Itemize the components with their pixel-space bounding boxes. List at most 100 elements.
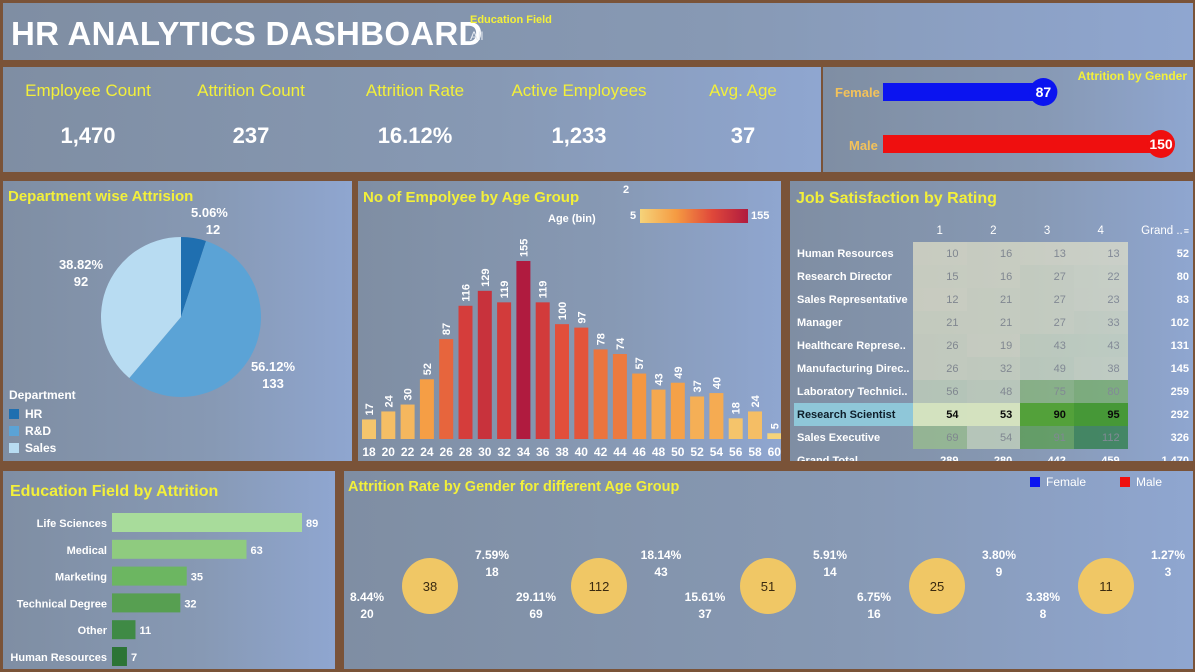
job-satisfaction-cell[interactable]: 21: [912, 311, 967, 334]
age-bar-44[interactable]: [612, 354, 627, 439]
job-satisfaction-row[interactable]: Manufacturing Direc.. 26 32 49 38 145: [794, 357, 1193, 380]
age-bar-20[interactable]: [381, 411, 396, 439]
legend-item-sales[interactable]: Sales: [9, 439, 76, 456]
job-satisfaction-row[interactable]: Human Resources 10 16 13 13 52: [794, 242, 1193, 265]
job-satisfaction-cell[interactable]: 48: [966, 380, 1021, 403]
job-satisfaction-cell[interactable]: 13: [1020, 242, 1074, 265]
job-satisfaction-cell[interactable]: 27: [1020, 311, 1074, 334]
job-satisfaction-row[interactable]: Healthcare Represe.. 26 19 43 43 131: [794, 334, 1193, 357]
legend-item-rd[interactable]: R&D: [9, 422, 76, 439]
job-satisfaction-cell[interactable]: 16: [966, 242, 1021, 265]
age-bar-46[interactable]: [632, 373, 647, 439]
age-bar-22[interactable]: [400, 404, 415, 439]
kpi-attrition-rate-label: Attrition Rate: [365, 81, 465, 100]
job-satisfaction-cell[interactable]: 95: [1073, 403, 1128, 426]
edu-bar-technical-degree[interactable]: [112, 593, 181, 613]
age-bar-54[interactable]: [709, 393, 724, 439]
job-satisfaction-cell[interactable]: 23: [1073, 288, 1128, 311]
age-bar-value-50: 49: [673, 366, 685, 378]
row-grand-total: 83: [1176, 293, 1189, 306]
age-bar-58[interactable]: [748, 411, 762, 439]
age-bar-28[interactable]: [458, 305, 473, 439]
kpi-employee-count-value: 1,470: [60, 123, 116, 148]
job-satisfaction-cell[interactable]: 21: [966, 288, 1021, 311]
row-grand-total: 80: [1176, 270, 1189, 283]
job-satisfaction-row[interactable]: Laboratory Technici.. 56 48 75 80 259: [794, 380, 1193, 403]
edu-bar-other[interactable]: [112, 620, 136, 640]
edu-bar-human-resources[interactable]: [112, 647, 127, 666]
age-bar-36[interactable]: [535, 302, 550, 439]
job-satisfaction-cell[interactable]: 49: [1020, 357, 1074, 380]
job-satisfaction-cell[interactable]: 15: [912, 265, 967, 288]
job-satisfaction-cell[interactable]: 54: [966, 426, 1021, 449]
donut-male-count: 69: [529, 607, 543, 621]
pie-count-rd: 133: [262, 376, 284, 391]
job-satisfaction-row[interactable]: Sales Representative 12 21 27 23 83: [794, 288, 1193, 311]
job-satisfaction-cell[interactable]: 26: [912, 334, 967, 357]
edu-bar-marketing[interactable]: [112, 566, 187, 586]
job-satisfaction-cell[interactable]: 112: [1073, 426, 1128, 449]
age-bar-40[interactable]: [574, 327, 589, 439]
job-satisfaction-cell[interactable]: 38: [1073, 357, 1128, 380]
filter-value[interactable]: All: [470, 29, 552, 43]
age-bar-48[interactable]: [651, 389, 666, 439]
age-bar-38[interactable]: [555, 324, 569, 439]
job-satisfaction-cell[interactable]: 27: [1020, 265, 1074, 288]
job-satisfaction-cell[interactable]: 90: [1020, 403, 1074, 426]
age-bar-18[interactable]: [362, 419, 376, 439]
job-satisfaction-cell[interactable]: 75: [1020, 380, 1074, 403]
edu-bar-life-sciences[interactable]: [112, 513, 302, 532]
age-bar-60[interactable]: [767, 433, 781, 439]
job-satisfaction-panel: Job Satisfaction by Rating 1 2 3 4 Grand…: [790, 181, 1193, 461]
age-bar-32[interactable]: [497, 302, 512, 439]
age-bar-42[interactable]: [593, 349, 608, 439]
age-bar-30[interactable]: [477, 290, 492, 439]
age-bar-34[interactable]: [516, 261, 531, 439]
job-satisfaction-cell[interactable]: 27: [1020, 288, 1074, 311]
donut-male-pct: 3.38%: [1026, 590, 1060, 604]
job-satisfaction-cell[interactable]: 54: [912, 403, 967, 426]
job-satisfaction-cell[interactable]: 53: [966, 403, 1021, 426]
job-satisfaction-row[interactable]: Research Director 15 16 27 22 80: [794, 265, 1193, 288]
age-bar-24[interactable]: [419, 379, 434, 439]
donut-center-value: 11: [1099, 579, 1113, 594]
job-satisfaction-cell[interactable]: 91: [1020, 426, 1074, 449]
job-satisfaction-cell[interactable]: 19: [966, 334, 1021, 357]
donut-male-pct: 29.11%: [516, 590, 556, 604]
job-satisfaction-cell[interactable]: 13: [1073, 242, 1128, 265]
age-bar-50[interactable]: [670, 382, 685, 439]
job-satisfaction-cell[interactable]: 22: [1073, 265, 1128, 288]
job-satisfaction-cell[interactable]: 21: [966, 311, 1021, 334]
job-satisfaction-cell[interactable]: 26: [912, 357, 967, 380]
job-satisfaction-cell[interactable]: 69: [912, 426, 967, 449]
job-satisfaction-cell[interactable]: 43: [1073, 334, 1128, 357]
job-satisfaction-cell[interactable]: 33: [1073, 311, 1128, 334]
job-satisfaction-row[interactable]: Sales Executive 69 54 91 112 326: [794, 426, 1193, 449]
grand-total-label: Grand Total: [797, 454, 858, 462]
legend-item-hr[interactable]: HR: [9, 405, 76, 422]
edu-value-other: 11: [139, 625, 151, 637]
edu-bar-medical[interactable]: [112, 539, 247, 559]
job-satisfaction-cell[interactable]: 80: [1073, 380, 1128, 403]
header-grand-total[interactable]: Grand ..≡: [1128, 219, 1193, 242]
job-satisfaction-row[interactable]: Research Scientist 54 53 90 95 292: [794, 403, 1193, 426]
gender-bar-male[interactable]: [883, 135, 1163, 153]
job-satisfaction-cell[interactable]: 16: [966, 265, 1021, 288]
age-bar-26[interactable]: [439, 339, 454, 439]
age-bar-56[interactable]: [728, 418, 743, 439]
gender-bar-female[interactable]: [883, 83, 1046, 101]
age-tick-48: 48: [652, 445, 666, 459]
job-satisfaction-cell[interactable]: 56: [912, 380, 967, 403]
job-satisfaction-cell[interactable]: 12: [912, 288, 967, 311]
education-field-filter[interactable]: Education Field All: [470, 14, 552, 43]
job-satisfaction-cell[interactable]: 32: [966, 357, 1021, 380]
sort-icon[interactable]: ≡: [1184, 226, 1189, 236]
education-field-panel: Education Field by Attrition Life Scienc…: [3, 471, 335, 669]
age-bar-52[interactable]: [690, 396, 705, 439]
job-satisfaction-cell[interactable]: 43: [1020, 334, 1074, 357]
pie-count-sales: 92: [74, 274, 88, 289]
job-satisfaction-cell[interactable]: 10: [912, 242, 967, 265]
job-satisfaction-row[interactable]: Manager 21 21 27 33 102: [794, 311, 1193, 334]
age-bar-value-38: 100: [557, 302, 569, 320]
age-group-bar-chart: 17 18 24 20 30 22 52 24 87 26 116 28 129 30 119 32 155 34…: [362, 239, 781, 459]
